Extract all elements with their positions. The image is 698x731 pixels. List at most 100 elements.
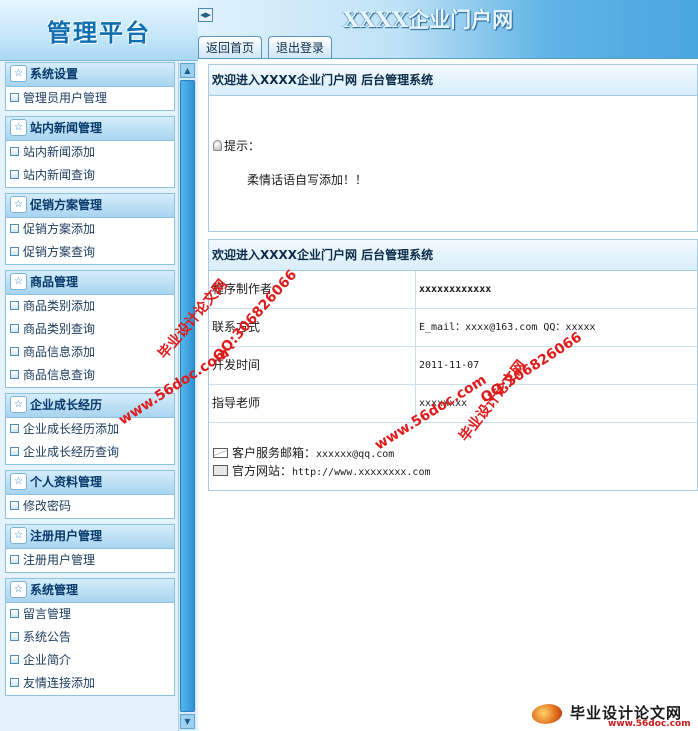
row-label: 指导老师 — [212, 396, 261, 410]
collapse-sidebar-icon[interactable]: ◀▶ — [198, 8, 213, 22]
brand-header: 管理平台 — [0, 0, 198, 61]
sidebar-item[interactable]: 企业成长经历添加 — [6, 418, 174, 441]
sidebar-item-label: 留言管理 — [23, 607, 72, 621]
star-icon: ☆ — [10, 273, 27, 290]
sidebar-item-label: 商品类别查询 — [23, 322, 96, 336]
email-line: 客户服务邮箱：xxxxxx@qq.com — [213, 444, 394, 461]
menu-group-title: 个人资料管理 — [30, 475, 103, 489]
sidebar-item[interactable]: 站内新闻添加 — [6, 141, 174, 164]
menu-group: ☆ 个人资料管理修改密码 — [5, 470, 175, 519]
left-panel: 管理平台 ☆ 系统设置 管理员用户管理 ☆ 站内新闻管理 站内新闻添加 站内新闻查询 ☆ 促销方… — [0, 0, 198, 731]
menu-group-header[interactable]: ☆ 促销方案管理 — [6, 194, 174, 218]
sidebar-item-label: 系统公告 — [23, 630, 72, 644]
sidebar-item[interactable]: 留言管理 — [6, 603, 174, 626]
menu-group: ☆ 促销方案管理 促销方案添加 促销方案查询 — [5, 193, 175, 265]
sidebar-item[interactable]: 商品类别查询 — [6, 318, 174, 341]
sidebar-item[interactable]: 商品类别添加 — [6, 295, 174, 318]
bullet-square-icon — [10, 247, 19, 256]
sidebar-item[interactable]: 系统公告 — [6, 626, 174, 649]
star-icon: ☆ — [10, 396, 27, 413]
bullet-square-icon — [10, 424, 19, 433]
row-value: xxxxxxxxxxxx — [415, 271, 698, 308]
sidebar-item[interactable]: 管理员用户管理 — [6, 87, 174, 110]
info-panel-title: 欢迎进入XXXX企业门户网 后台管理系统 — [209, 240, 697, 271]
sidebar-item[interactable]: 商品信息查询 — [6, 364, 174, 387]
sidebar-item-label: 企业成长经历添加 — [23, 422, 120, 436]
bullet-square-icon — [10, 447, 19, 456]
menu-group-title: 系统设置 — [30, 67, 79, 81]
sidebar-item-label: 促销方案查询 — [23, 245, 96, 259]
row-label: 程序制作者 — [212, 282, 273, 296]
tab-home[interactable]: 返回首页 — [198, 36, 263, 58]
watermark-bottom-logo: 毕业设计论文网 www.56doc.com — [529, 699, 698, 731]
menu-group: ☆ 系统管理留言管理系统公告企业简介友情连接添加 — [5, 578, 175, 696]
menu-group-title: 站内新闻管理 — [30, 121, 103, 135]
sidebar-item[interactable]: 企业成长经历查询 — [6, 441, 174, 464]
sidebar-item[interactable]: 商品信息添加 — [6, 341, 174, 364]
sidebar-item-label: 注册用户管理 — [23, 553, 96, 567]
menu-group-header[interactable]: ☆ 系统设置 — [6, 63, 174, 87]
menu-group-title: 系统管理 — [30, 583, 79, 597]
table-row: 联系方式 E_mail：xxxx@163.com QQ：xxxxx — [209, 309, 697, 347]
computer-icon — [213, 465, 228, 476]
row-label: 开发时间 — [212, 358, 261, 372]
tip-line: 提示： — [213, 137, 260, 154]
website-line: 官方网站：http://www.xxxxxxxx.com — [213, 462, 431, 479]
menu-group: ☆ 商品管理商品类别添加 商品类别查询商品信息添加商品信息查询 — [5, 270, 175, 388]
star-icon: ☆ — [10, 119, 27, 136]
sidebar-scrollbar[interactable]: ▲ ▼ — [178, 62, 196, 731]
bullet-square-icon — [10, 170, 19, 179]
bullet-square-icon — [10, 147, 19, 156]
sidebar-item-label: 商品类别添加 — [23, 299, 96, 313]
site-title: XXXX企业门户网 — [342, 7, 514, 32]
star-icon: ☆ — [10, 65, 27, 82]
sidebar-item[interactable]: 友情连接添加 — [6, 672, 174, 695]
menu-group-header[interactable]: ☆ 注册用户管理 — [6, 525, 174, 549]
sidebar-item-label: 站内新闻添加 — [23, 145, 96, 159]
menu-group-header[interactable]: ☆ 站内新闻管理 — [6, 117, 174, 141]
star-icon: ☆ — [10, 527, 27, 544]
bullet-square-icon — [10, 501, 19, 510]
menu-group-header[interactable]: ☆ 商品管理 — [6, 271, 174, 295]
menu-group-title: 注册用户管理 — [30, 529, 103, 543]
lightbulb-icon — [213, 140, 222, 151]
sidebar-item[interactable]: 促销方案查询 — [6, 241, 174, 264]
sidebar-item-label: 修改密码 — [23, 499, 72, 513]
sidebar-item-label: 商品信息查询 — [23, 368, 96, 382]
sidebar-item-label: 友情连接添加 — [23, 676, 96, 690]
website-value[interactable]: http://www.xxxxxxxx.com — [292, 467, 430, 478]
sidebar-item[interactable]: 修改密码 — [6, 495, 174, 518]
bottom-url-text: www.56doc.com — [608, 719, 691, 729]
bullet-square-icon — [10, 555, 19, 564]
bullet-square-icon — [10, 301, 19, 310]
tab-logout[interactable]: 退出登录 — [268, 36, 333, 58]
bullet-square-icon — [10, 655, 19, 664]
tip-label: 提示： — [224, 139, 261, 153]
bullet-square-icon — [10, 370, 19, 379]
scroll-up-button[interactable]: ▲ — [180, 63, 195, 78]
scroll-down-button[interactable]: ▼ — [180, 714, 195, 729]
sidebar-item[interactable]: 站内新闻查询 — [6, 164, 174, 187]
envelope-icon — [213, 447, 228, 458]
brand-title: 管理平台 — [47, 18, 151, 47]
menu-group-header[interactable]: ☆ 系统管理 — [6, 579, 174, 603]
sidebar-item-label: 企业简介 — [23, 653, 72, 667]
book-logo-icon — [529, 699, 565, 729]
bullet-square-icon — [10, 224, 19, 233]
bullet-square-icon — [10, 93, 19, 102]
sidebar-item[interactable]: 企业简介 — [6, 649, 174, 672]
star-icon: ☆ — [10, 196, 27, 213]
sidebar-item[interactable]: 注册用户管理 — [6, 549, 174, 572]
email-label: 客户服务邮箱： — [232, 446, 317, 460]
menu-group: ☆ 站内新闻管理站内新闻添加 站内新闻查询 — [5, 116, 175, 188]
scroll-thumb[interactable] — [180, 80, 195, 712]
bullet-square-icon — [10, 347, 19, 356]
menu-group-title: 商品管理 — [30, 275, 79, 289]
sidebar-item[interactable]: 促销方案添加 — [6, 218, 174, 241]
menu-group-title: 促销方案管理 — [30, 198, 103, 212]
bullet-square-icon — [10, 632, 19, 641]
sidebar-item-label: 管理员用户管理 — [23, 91, 108, 105]
website-label: 官方网站： — [232, 464, 293, 478]
menu-group-header[interactable]: ☆ 个人资料管理 — [6, 471, 174, 495]
sidebar-item-label: 站内新闻查询 — [23, 168, 96, 182]
